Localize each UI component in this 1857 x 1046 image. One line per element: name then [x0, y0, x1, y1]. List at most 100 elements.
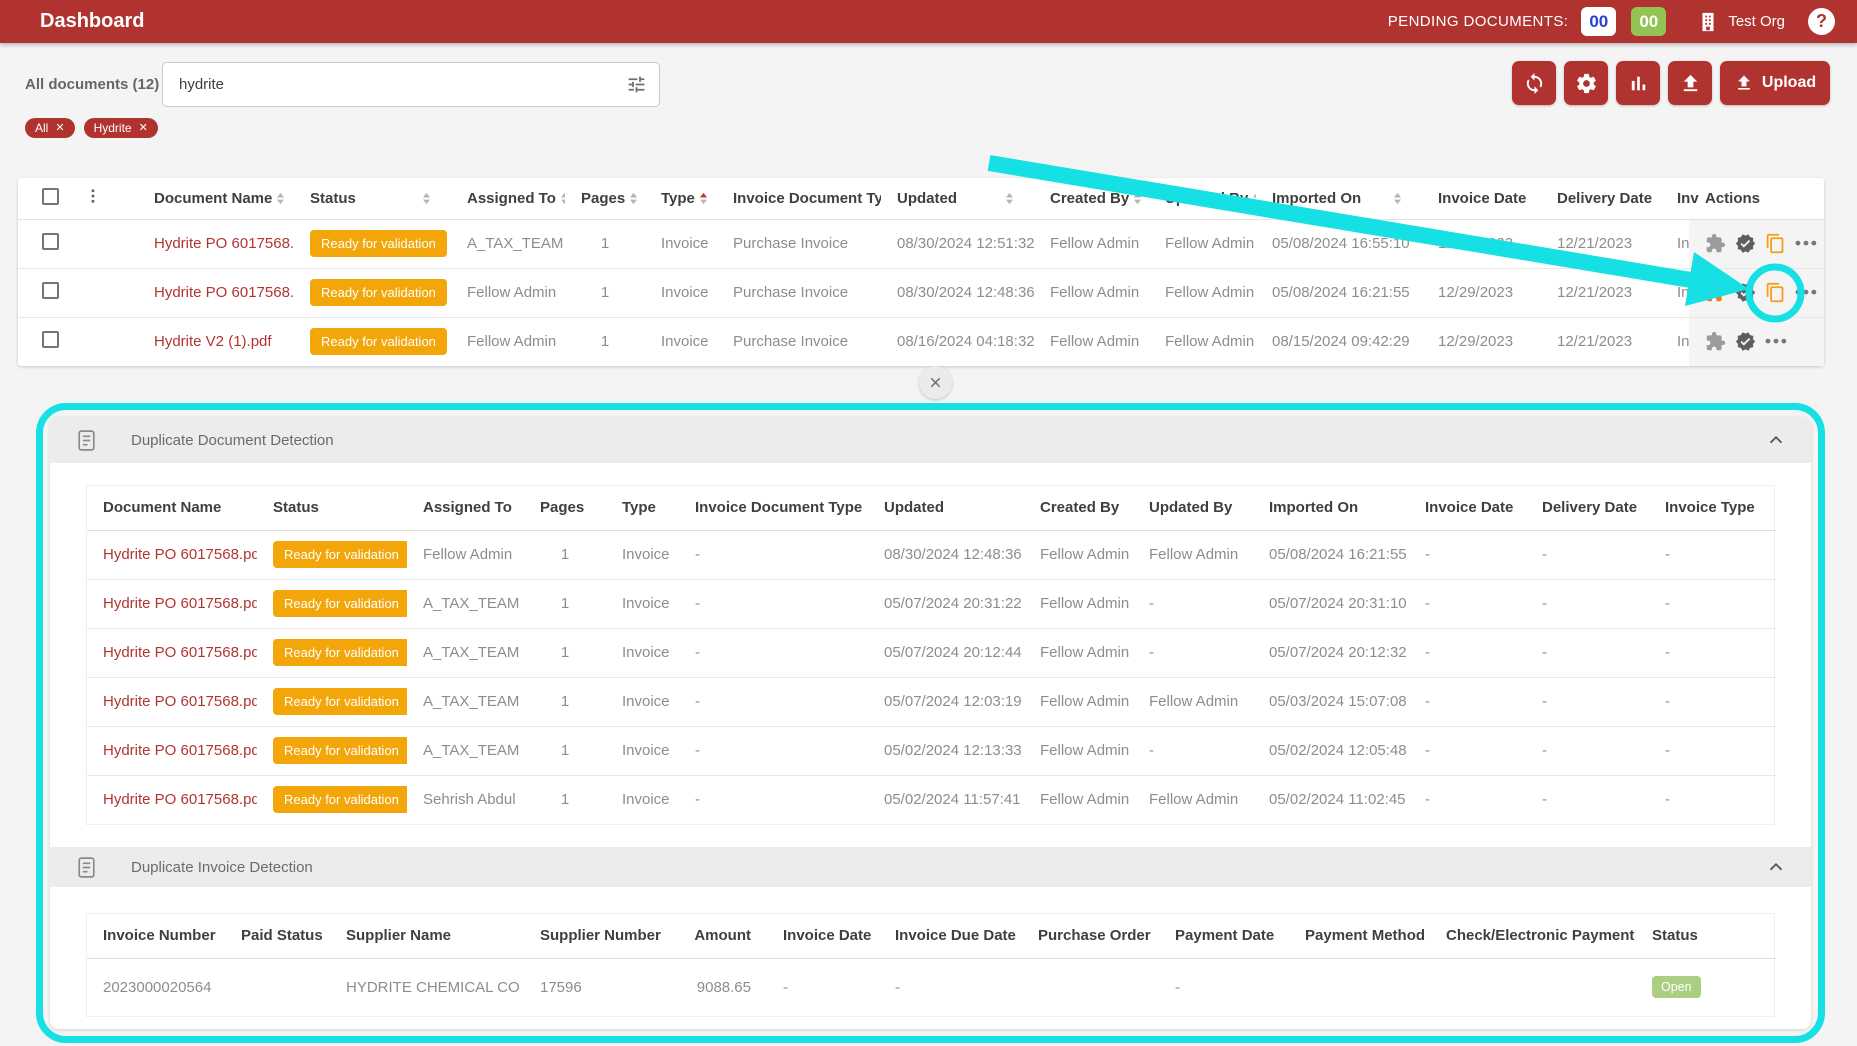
column-header-pages[interactable]: Pages [565, 178, 645, 219]
column-header-actions[interactable]: Actions [1689, 178, 1824, 219]
duplicate-document-section-header[interactable]: Duplicate Document Detection [50, 417, 1811, 463]
document-name-link[interactable]: Hydrite PO 6017568.pdf [103, 644, 257, 661]
dup-doc-column-delivery-date: Delivery Date [1526, 486, 1649, 530]
sort-icon[interactable] [418, 190, 435, 207]
cell-status: Ready for validation [257, 775, 407, 824]
sort-icon[interactable] [1129, 190, 1146, 207]
cell-imported_on: 05/08/2024 16:21:55 [1253, 530, 1409, 579]
chevron-up-icon[interactable] [1765, 856, 1787, 878]
dup-doc-column-pages: Pages [524, 486, 606, 530]
cell-doc_name: Hydrite PO 6017568.pdf [87, 530, 257, 579]
duplicate-document-icon[interactable] [1765, 233, 1786, 254]
pending-count-badge-green[interactable]: 00 [1631, 7, 1666, 36]
cell-invoice_type: - [1649, 726, 1776, 775]
toolbar-button-sync-icon[interactable] [1512, 61, 1556, 105]
org-switcher[interactable]: Test Org [1697, 11, 1785, 33]
cell-status: Ready for validation [257, 579, 407, 628]
column-header-created-by[interactable]: Created By [1034, 178, 1149, 219]
puzzle-icon[interactable] [1705, 282, 1726, 303]
duplicate-invoice-section-header[interactable]: Duplicate Invoice Detection [50, 847, 1811, 887]
cell-status: Ready for validation [294, 268, 451, 317]
column-header-inv[interactable]: Inv [1661, 178, 1689, 219]
cell-imported_on: 05/07/2024 20:31:10 [1253, 579, 1409, 628]
dup-inv-column-payment-method: Payment Method [1289, 914, 1430, 958]
chevron-up-icon[interactable] [1765, 429, 1787, 451]
chip-remove-icon[interactable]: ✕ [55, 123, 64, 134]
more-actions-icon[interactable]: ••• [1795, 234, 1819, 253]
document-name-link[interactable]: Hydrite PO 6017568.pdf [154, 235, 294, 252]
sort-icon[interactable] [625, 190, 642, 207]
column-header-delivery-date[interactable]: Delivery Date [1541, 178, 1661, 219]
pending-count-badge-blue[interactable]: 00 [1581, 7, 1616, 36]
document-name-link[interactable]: Hydrite PO 6017568.pdf [103, 595, 257, 612]
column-header-type[interactable]: Type [645, 178, 717, 219]
row-checkbox[interactable] [42, 282, 59, 299]
toolbar-button-settings-icon[interactable] [1564, 61, 1608, 105]
cell-invoice_type: - [1649, 677, 1776, 726]
upload-icon [1679, 72, 1702, 95]
puzzle-icon[interactable] [1705, 233, 1726, 254]
cell-imported_on: 05/08/2024 16:55:10 [1256, 219, 1422, 268]
verified-icon[interactable] [1735, 282, 1756, 303]
select-all-checkbox[interactable] [42, 188, 59, 205]
puzzle-icon[interactable] [1705, 331, 1726, 352]
upload-icon [1734, 73, 1754, 93]
row-checkbox[interactable] [42, 331, 59, 348]
close-duplicates-button[interactable] [919, 366, 952, 399]
cell-invoice_document_type: - [679, 579, 868, 628]
cell-pages: 1 [524, 628, 606, 677]
sort-icon[interactable] [1001, 190, 1018, 207]
building-icon [1697, 11, 1719, 33]
column-header-imported-on[interactable]: Imported On [1256, 178, 1422, 219]
dup-inv-column-amount: Amount [666, 914, 767, 958]
cell-type: Invoice [606, 530, 679, 579]
toolbar-button-upload-icon[interactable] [1668, 61, 1712, 105]
row-checkbox[interactable] [42, 233, 59, 250]
upload-button[interactable]: Upload [1720, 61, 1830, 105]
document-name-link[interactable]: Hydrite PO 6017568.pdf [103, 791, 257, 808]
duplicate-document-icon[interactable] [1765, 282, 1786, 303]
status-badge: Ready for validation [310, 230, 447, 257]
help-icon[interactable]: ? [1808, 8, 1835, 35]
cell-doc_name: Hydrite PO 6017568.pdf [87, 628, 257, 677]
document-name-link[interactable]: Hydrite PO 6017568.pdf [103, 742, 257, 759]
sort-icon[interactable] [1248, 190, 1256, 207]
more-actions-icon[interactable]: ••• [1765, 332, 1789, 351]
document-row[interactable]: Hydrite PO 6017568.pdfReady for validati… [18, 268, 1824, 317]
cell-pages: 1 [565, 219, 645, 268]
column-header-status[interactable]: Status [294, 178, 451, 219]
document-row[interactable]: Hydrite V2 (1).pdfReady for validationFe… [18, 317, 1824, 366]
column-header-updated[interactable]: Updated [881, 178, 1034, 219]
column-header-assigned-to[interactable]: Assigned To [451, 178, 565, 219]
more-actions-icon[interactable]: ••• [1795, 283, 1819, 302]
column-header-invoice-document-type[interactable]: Invoice Document Type [717, 178, 881, 219]
cell-created_by: Fellow Admin [1034, 268, 1149, 317]
cell-supplier_name: HYDRITE CHEMICAL CO [330, 958, 524, 1016]
toolbar-button-bar-chart-icon[interactable] [1616, 61, 1660, 105]
cell-invoice_date: - [767, 958, 879, 1016]
chip-remove-icon[interactable]: ✕ [139, 123, 148, 134]
sort-icon[interactable] [1389, 190, 1406, 207]
document-name-link[interactable]: Hydrite V2 (1).pdf [154, 333, 272, 350]
filter-tune-icon[interactable] [626, 74, 647, 95]
filter-chip[interactable]: All✕ [25, 118, 75, 138]
sort-icon[interactable] [556, 190, 565, 207]
sort-icon[interactable] [695, 190, 712, 207]
cell-check_electronic_payment [1430, 958, 1636, 1016]
document-name-link[interactable]: Hydrite PO 6017568.pdf [103, 546, 257, 563]
sort-icon[interactable] [272, 190, 289, 207]
column-header-updated-by[interactable]: Updated By [1149, 178, 1256, 219]
cell-status: Ready for validation [294, 317, 451, 366]
document-name-link[interactable]: Hydrite PO 6017568.pdf [103, 693, 257, 710]
dup-doc-column-invoice-document-type: Invoice Document Type [679, 486, 868, 530]
verified-icon[interactable] [1735, 331, 1756, 352]
filter-chip[interactable]: Hydrite✕ [84, 118, 158, 138]
document-row[interactable]: Hydrite PO 6017568.pdf Ready for validati… [18, 219, 1824, 268]
search-input[interactable] [162, 62, 660, 107]
document-name-link[interactable]: Hydrite PO 6017568.pdf [154, 284, 294, 301]
dup-inv-column-purchase-order: Purchase Order [1022, 914, 1159, 958]
column-header-invoice-date[interactable]: Invoice Date [1422, 178, 1541, 219]
column-header-document-name[interactable]: Document Name [138, 178, 294, 219]
verified-icon[interactable] [1735, 233, 1756, 254]
kebab-menu-icon[interactable] [84, 187, 102, 205]
